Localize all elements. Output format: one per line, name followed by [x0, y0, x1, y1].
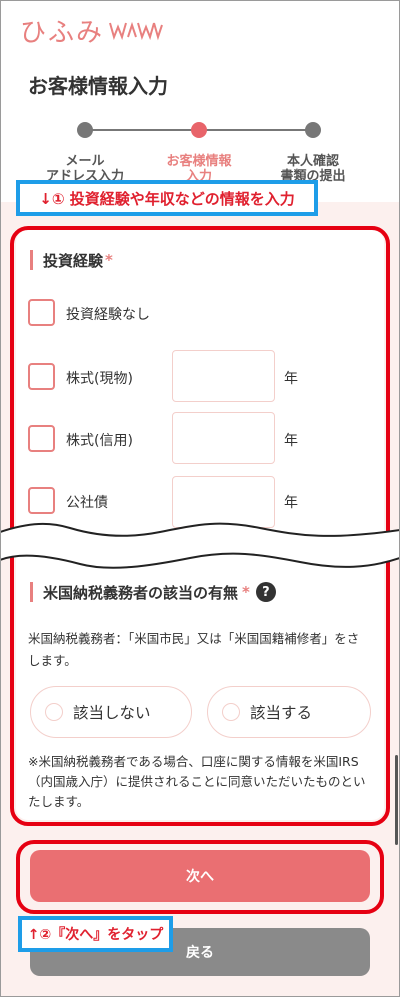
scrollbar[interactable] — [395, 755, 398, 845]
logo-wave-icon — [109, 21, 163, 41]
hifumi-logo: ひふみ — [20, 14, 164, 48]
page-title: お客様情報入力 — [28, 74, 168, 98]
annotation-step-2: ↑②『次へ』をタップ — [18, 916, 173, 952]
step-dot-2 — [191, 122, 207, 138]
progress-stepper: メール アドレス入力 お客様情報 入力 本人確認 書類の提出 — [0, 118, 400, 188]
step-dot-3 — [305, 122, 321, 138]
logo-text: ひふみ — [20, 17, 105, 48]
step-dot-1 — [77, 122, 93, 138]
next-highlight-box — [16, 840, 384, 914]
page-break-tear — [0, 522, 400, 569]
annotation-step-1: ↓① 投資経験や年収などの情報を入力 — [16, 180, 318, 216]
